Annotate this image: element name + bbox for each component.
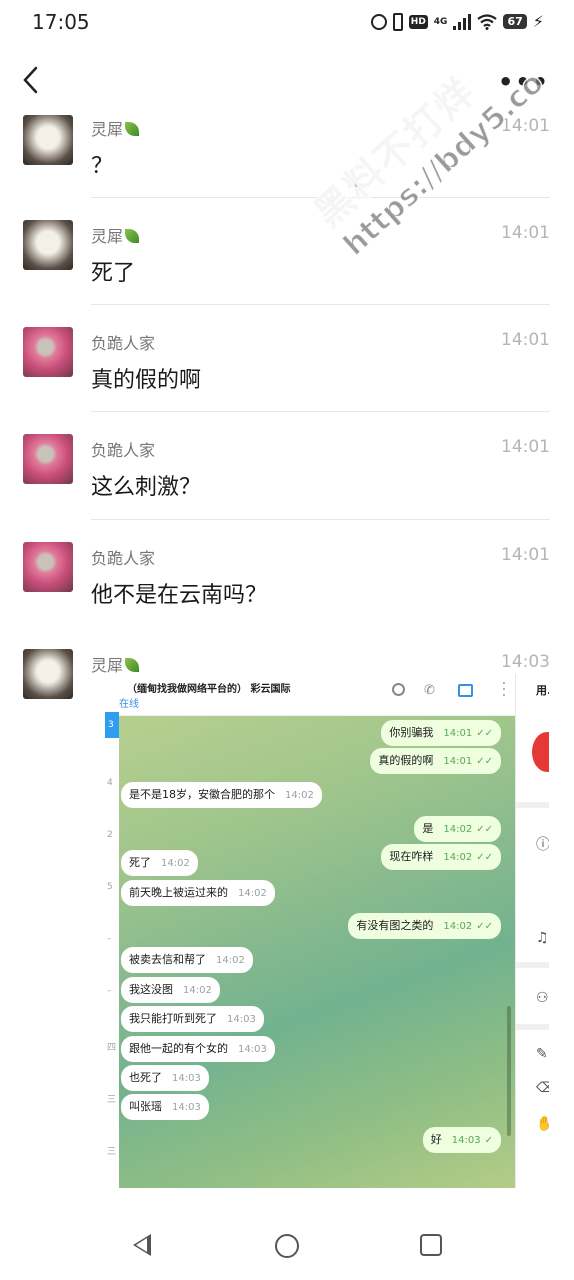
back-arrow-icon[interactable] bbox=[18, 64, 46, 96]
avatar[interactable] bbox=[23, 542, 73, 592]
left-number: 四 bbox=[107, 1043, 117, 1053]
trash-icon: ⌫ bbox=[536, 1080, 549, 1096]
chat-bubble-incoming: 被卖去信和帮了 14:02 bbox=[121, 947, 253, 973]
message-time: 14:01 bbox=[501, 223, 550, 243]
hand-icon: ✋ bbox=[536, 1116, 549, 1132]
left-number: 2 bbox=[107, 830, 113, 840]
panel-divider bbox=[516, 962, 549, 968]
message-time: 14:03 bbox=[501, 652, 550, 672]
left-number: 三 bbox=[107, 1147, 117, 1157]
chat-bubble-outgoing: 是 14:02 ✓✓ bbox=[414, 816, 501, 842]
message-text: ？ bbox=[91, 154, 114, 179]
chat-header: ••• bbox=[0, 56, 574, 106]
chat-bubble-outgoing: 真的假的啊 14:01 ✓✓ bbox=[370, 748, 501, 774]
screenshot-right-panel: 用. ⓘ ♫ ⚇ ✎ ⌫ ✋ bbox=[515, 674, 549, 1188]
nav-recents-icon[interactable] bbox=[420, 1234, 442, 1256]
chat-bubble-outgoing: 有没有图之类的 14:02 ✓✓ bbox=[348, 913, 501, 939]
status-icons: HD 4G 67 ⚡ bbox=[370, 12, 544, 31]
chat-bubble-incoming: 前天晚上被运过来的 14:02 bbox=[121, 880, 275, 906]
divider bbox=[91, 304, 550, 305]
chat-bubble-outgoing: 你别骗我 14:01 ✓✓ bbox=[381, 720, 501, 746]
chat-bubble-incoming: 也死了 14:03 bbox=[121, 1065, 209, 1091]
message-text: 他不是在云南吗？ bbox=[91, 583, 268, 608]
battery-icon: 67 bbox=[503, 14, 527, 29]
bell-icon: ♫ bbox=[536, 930, 549, 946]
message-time: 14:01 bbox=[501, 437, 550, 457]
leaf-icon bbox=[125, 122, 140, 136]
charging-icon: ⚡ bbox=[532, 12, 544, 31]
left-number: 4 bbox=[107, 778, 113, 788]
more-options-icon[interactable]: ••• bbox=[498, 68, 550, 96]
info-icon: ⓘ bbox=[536, 837, 549, 853]
phone-icon: ✆ bbox=[424, 683, 435, 698]
chat-bubble-incoming: 跟他一起的有个女的 14:03 bbox=[121, 1036, 275, 1062]
leaf-icon bbox=[125, 658, 140, 672]
search-icon bbox=[392, 683, 405, 696]
chat-bubble-outgoing: 现在咋样 14:02 ✓✓ bbox=[381, 844, 501, 870]
left-number: – bbox=[107, 986, 112, 996]
hd-icon: HD bbox=[408, 14, 428, 29]
side-panel-icon bbox=[458, 684, 473, 697]
chat-bubble-incoming: 死了 14:02 bbox=[121, 850, 198, 876]
left-number: – bbox=[107, 934, 112, 944]
sender-name: 负跪人家 bbox=[91, 549, 156, 568]
shared-screenshot-image[interactable]: 3 4 2 5 – – 四 三 三 （缅甸找我做网络平台的） 彩云国际 在线 ✆… bbox=[105, 674, 549, 1188]
screenshot-chat-header: （缅甸找我做网络平台的） 彩云国际 在线 ✆ · · · bbox=[119, 674, 515, 716]
message-text: 死了 bbox=[91, 261, 136, 286]
vertical-dots-icon: · · · bbox=[501, 676, 507, 704]
avatar[interactable] bbox=[23, 327, 73, 377]
left-number: 三 bbox=[107, 1095, 117, 1105]
message-text: 真的假的啊 bbox=[91, 368, 202, 393]
wifi-icon bbox=[477, 13, 498, 30]
nav-back-icon[interactable] bbox=[133, 1234, 151, 1256]
vibrate-icon bbox=[392, 12, 403, 31]
signal-icon bbox=[453, 13, 472, 30]
edit-icon: ✎ bbox=[536, 1046, 548, 1062]
screenshot-chat-title: （缅甸找我做网络平台的） 彩云国际 bbox=[127, 684, 291, 695]
left-number: 5 bbox=[107, 882, 113, 892]
avatar[interactable] bbox=[23, 115, 73, 165]
screenshot-scrollbar bbox=[507, 1006, 511, 1136]
chat-bubble-outgoing: 好 14:03 ✓ bbox=[422, 1127, 501, 1153]
nav-home-icon[interactable] bbox=[275, 1234, 299, 1258]
avatar[interactable] bbox=[23, 220, 73, 270]
panel-divider bbox=[516, 802, 549, 808]
sender-name: 灵犀 bbox=[91, 116, 140, 140]
message-time: 14:01 bbox=[501, 545, 550, 565]
sender-name: 负跪人家 bbox=[91, 441, 156, 460]
leaf-icon bbox=[125, 229, 140, 243]
divider bbox=[91, 519, 550, 520]
system-nav-bar bbox=[0, 1218, 574, 1274]
sender-name: 灵犀 bbox=[91, 652, 140, 676]
chat-bubble-incoming: 叫张瑶 14:03 bbox=[121, 1094, 209, 1120]
avatar[interactable] bbox=[23, 434, 73, 484]
profile-badge bbox=[532, 732, 549, 772]
message-text: 这么刺激？ bbox=[91, 475, 202, 500]
sender-name: 负跪人家 bbox=[91, 334, 156, 353]
sender-name: 灵犀 bbox=[91, 223, 140, 247]
right-panel-label: 用. bbox=[536, 684, 549, 697]
avatar[interactable] bbox=[23, 649, 73, 699]
message-time: 14:01 bbox=[501, 330, 550, 350]
message-time: 14:01 bbox=[501, 116, 550, 136]
status-time: 17:05 bbox=[32, 10, 90, 34]
user-icon: ⚇ bbox=[536, 990, 549, 1006]
screenshot-chat-body: 你别骗我 14:01 ✓✓ 真的假的啊 14:01 ✓✓ 是不是18岁，安徽合肥的那个 1… bbox=[119, 716, 515, 1188]
status-bar: 17:05 HD 4G 67 ⚡ bbox=[0, 0, 574, 46]
screenshot-left-panel: 3 4 2 5 – – 四 三 三 bbox=[105, 674, 119, 1188]
network-type: 4G bbox=[433, 16, 448, 27]
chat-bubble-incoming: 我这没图 14:02 bbox=[121, 977, 220, 1003]
chat-bubble-incoming: 是不是18岁，安徽合肥的那个 14:02 bbox=[121, 782, 322, 808]
screenshot-online-status: 在线 bbox=[119, 699, 139, 710]
divider bbox=[91, 197, 550, 198]
chat-bubble-incoming: 我只能打听到死了 14:03 bbox=[121, 1006, 264, 1032]
panel-divider bbox=[516, 1024, 549, 1030]
alarm-icon bbox=[370, 13, 387, 30]
divider bbox=[91, 411, 550, 412]
selected-chat-marker: 3 bbox=[105, 712, 119, 738]
